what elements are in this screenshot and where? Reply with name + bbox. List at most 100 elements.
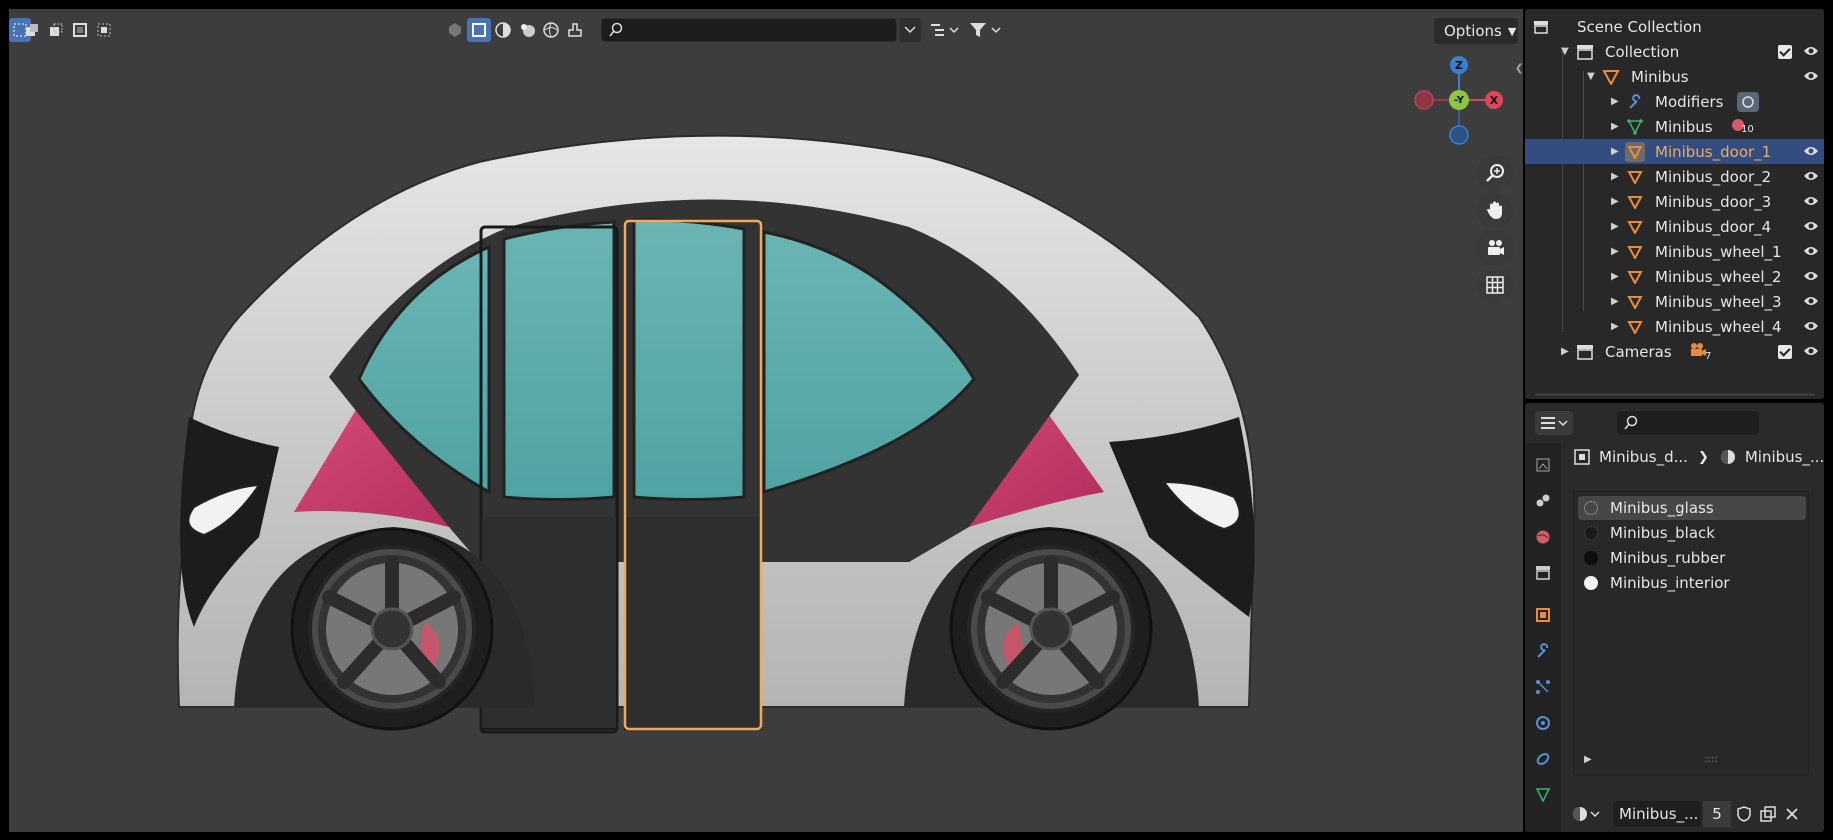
mesh-data-icon bbox=[1625, 117, 1645, 137]
search-icon bbox=[609, 22, 623, 37]
world-tab-icon[interactable] bbox=[1531, 525, 1555, 549]
outliner-row-modifiers[interactable]: ▶ Modifiers bbox=[1525, 89, 1824, 114]
overlay-brush-icon[interactable] bbox=[563, 18, 587, 42]
modifier-tab-icon[interactable] bbox=[1531, 639, 1555, 663]
data-tab-icon[interactable] bbox=[1531, 783, 1555, 807]
material-slot[interactable]: Minibus_rubber bbox=[1578, 546, 1806, 570]
expand-toggle-icon[interactable]: ▶ bbox=[1611, 321, 1619, 332]
navigation-gizmo[interactable]: Z X -Y bbox=[1404, 53, 1514, 163]
wireframe-shading-icon[interactable] bbox=[467, 18, 491, 42]
collapse-sidebar-icon[interactable]: ❮ bbox=[1515, 63, 1523, 74]
eye-visibility-icon[interactable] bbox=[1803, 143, 1819, 161]
properties-tab-bar bbox=[1525, 443, 1561, 832]
expand-toggle-icon[interactable]: ▶ bbox=[1611, 221, 1619, 232]
constraints-tab-icon[interactable] bbox=[1531, 747, 1555, 771]
duplicate-icon[interactable] bbox=[1757, 803, 1779, 825]
outliner-row-minibus[interactable]: ▼ Minibus bbox=[1525, 64, 1824, 89]
minibus-model[interactable] bbox=[149, 117, 1269, 737]
eye-visibility-icon[interactable] bbox=[1803, 168, 1819, 186]
3d-viewport[interactable]: Options ▼ Z X -Y ❮ bbox=[9, 9, 1523, 832]
solid-shading-icon[interactable] bbox=[491, 18, 515, 42]
material-slot-name: Minibus_interior bbox=[1610, 574, 1730, 592]
resize-grip-icon[interactable]: :::: bbox=[1704, 754, 1717, 765]
outliner-row-minibus-wheel-1[interactable]: ▶ Minibus_wheel_1 bbox=[1525, 239, 1824, 264]
select-extend-icon[interactable] bbox=[21, 18, 43, 42]
select-intersect-icon[interactable] bbox=[93, 18, 115, 42]
outliner-scrollbar[interactable] bbox=[1535, 393, 1815, 396]
physics-tab-icon[interactable] bbox=[1531, 711, 1555, 735]
search-dropdown-icon[interactable] bbox=[899, 18, 921, 42]
output-tab-icon[interactable] bbox=[1531, 489, 1555, 513]
zoom-icon[interactable] bbox=[1477, 155, 1513, 191]
outliner-row-minibus-door-4[interactable]: ▶ Minibus_door_4 bbox=[1525, 214, 1824, 239]
display-mode-icon[interactable] bbox=[927, 18, 963, 42]
camera-view-icon[interactable] bbox=[1477, 230, 1513, 266]
ortho-grid-icon[interactable] bbox=[1477, 267, 1513, 303]
gizmo-x-axis[interactable]: X bbox=[1485, 91, 1503, 109]
exclude-checkbox[interactable] bbox=[1778, 344, 1792, 359]
eye-visibility-icon[interactable] bbox=[1803, 68, 1819, 86]
gizmo-neg-y-axis[interactable]: -Y bbox=[1449, 90, 1469, 110]
expand-toggle-icon[interactable]: ▶ bbox=[1611, 171, 1619, 182]
gizmo-z-axis[interactable]: Z bbox=[1450, 56, 1468, 74]
outliner-row-cameras[interactable]: ▶ Cameras 7 bbox=[1525, 339, 1824, 364]
select-invert-icon[interactable] bbox=[69, 18, 91, 42]
material-slot[interactable]: Minibus_black bbox=[1578, 521, 1806, 545]
expand-toggle-icon[interactable]: ▶ bbox=[1611, 296, 1619, 307]
material-slot-list[interactable]: Minibus_glass Minibus_black Minibus_rubb… bbox=[1573, 491, 1809, 776]
select-subtract-icon[interactable] bbox=[45, 18, 67, 42]
outliner-row-collection[interactable]: ▼ Collection bbox=[1525, 39, 1824, 64]
xray-toggle-icon[interactable] bbox=[443, 18, 467, 42]
material-name-field[interactable]: Minibus_... bbox=[1613, 801, 1701, 827]
exclude-checkbox[interactable] bbox=[1778, 44, 1792, 59]
expand-toggle-icon[interactable]: ▼ bbox=[1587, 71, 1595, 82]
expand-toggle-icon[interactable]: ▶ bbox=[1611, 121, 1619, 132]
outliner-row-minibus-wheel-3[interactable]: ▶ Minibus_wheel_3 bbox=[1525, 289, 1824, 314]
fake-user-shield-icon[interactable] bbox=[1733, 803, 1755, 825]
expand-toggle-icon[interactable]: ▶ bbox=[1611, 271, 1619, 282]
eye-visibility-icon[interactable] bbox=[1803, 318, 1819, 336]
row-label: Minibus bbox=[1655, 117, 1713, 136]
outliner-row-minibus-wheel-4[interactable]: ▶ Minibus_wheel_4 bbox=[1525, 314, 1824, 339]
eye-visibility-icon[interactable] bbox=[1803, 293, 1819, 311]
properties-panel[interactable]: Minibus_d... ❯ Minibus_... Minibus_glass… bbox=[1525, 403, 1824, 832]
expand-toggle-icon[interactable]: ▶ bbox=[1611, 196, 1619, 207]
outliner-panel[interactable]: Scene Collection ▼ Collection ▼ Minibus … bbox=[1525, 9, 1824, 399]
eye-visibility-icon[interactable] bbox=[1803, 243, 1819, 261]
tool-tab-icon[interactable] bbox=[1531, 453, 1555, 477]
eye-visibility-icon[interactable] bbox=[1803, 268, 1819, 286]
properties-search-input[interactable] bbox=[1617, 411, 1759, 435]
material-slot[interactable]: Minibus_interior bbox=[1578, 571, 1806, 595]
outliner-row-minibus-door-2[interactable]: ▶ Minibus_door_2 bbox=[1525, 164, 1824, 189]
filter-icon[interactable] bbox=[965, 18, 1005, 42]
expand-toggle-icon[interactable]: ▶ bbox=[1584, 754, 1592, 765]
expand-toggle-icon[interactable]: ▶ bbox=[1611, 96, 1619, 107]
outliner-row-scene-collection[interactable]: Scene Collection bbox=[1525, 14, 1824, 39]
collection-tab-icon[interactable] bbox=[1531, 561, 1555, 585]
particles-tab-icon[interactable] bbox=[1531, 675, 1555, 699]
browse-material-icon[interactable] bbox=[1567, 801, 1605, 827]
material-slot[interactable]: Minibus_glass bbox=[1578, 496, 1806, 520]
outliner-row-minibus-wheel-2[interactable]: ▶ Minibus_wheel_2 bbox=[1525, 264, 1824, 289]
rendered-shading-icon[interactable] bbox=[539, 18, 563, 42]
eye-visibility-icon[interactable] bbox=[1803, 43, 1819, 61]
modifier-badge-icon[interactable] bbox=[1737, 91, 1759, 112]
expand-toggle-icon[interactable]: ▼ bbox=[1561, 46, 1569, 57]
viewport-search-input[interactable] bbox=[601, 18, 897, 42]
eye-visibility-icon[interactable] bbox=[1803, 343, 1819, 361]
close-icon[interactable] bbox=[1781, 803, 1803, 825]
pan-hand-icon[interactable] bbox=[1477, 192, 1513, 228]
outliner-row-minibus-door-1[interactable]: ▶ Minibus_door_1 bbox=[1525, 139, 1824, 164]
expand-toggle-icon[interactable]: ▶ bbox=[1611, 246, 1619, 257]
outliner-row-mesh-data[interactable]: ▶ Minibus 10 bbox=[1525, 114, 1824, 139]
outliner-row-minibus-door-3[interactable]: ▶ Minibus_door_3 bbox=[1525, 189, 1824, 214]
eye-visibility-icon[interactable] bbox=[1803, 218, 1819, 236]
expand-toggle-icon[interactable]: ▶ bbox=[1611, 146, 1619, 157]
material-users-count[interactable]: 5 bbox=[1703, 801, 1731, 827]
expand-toggle-icon[interactable]: ▶ bbox=[1561, 346, 1569, 357]
eye-visibility-icon[interactable] bbox=[1803, 193, 1819, 211]
editor-type-dropdown[interactable] bbox=[1535, 411, 1573, 435]
object-tab-icon[interactable] bbox=[1531, 603, 1555, 627]
options-dropdown[interactable]: Options ▼ bbox=[1434, 18, 1518, 44]
material-preview-icon[interactable] bbox=[515, 18, 539, 42]
